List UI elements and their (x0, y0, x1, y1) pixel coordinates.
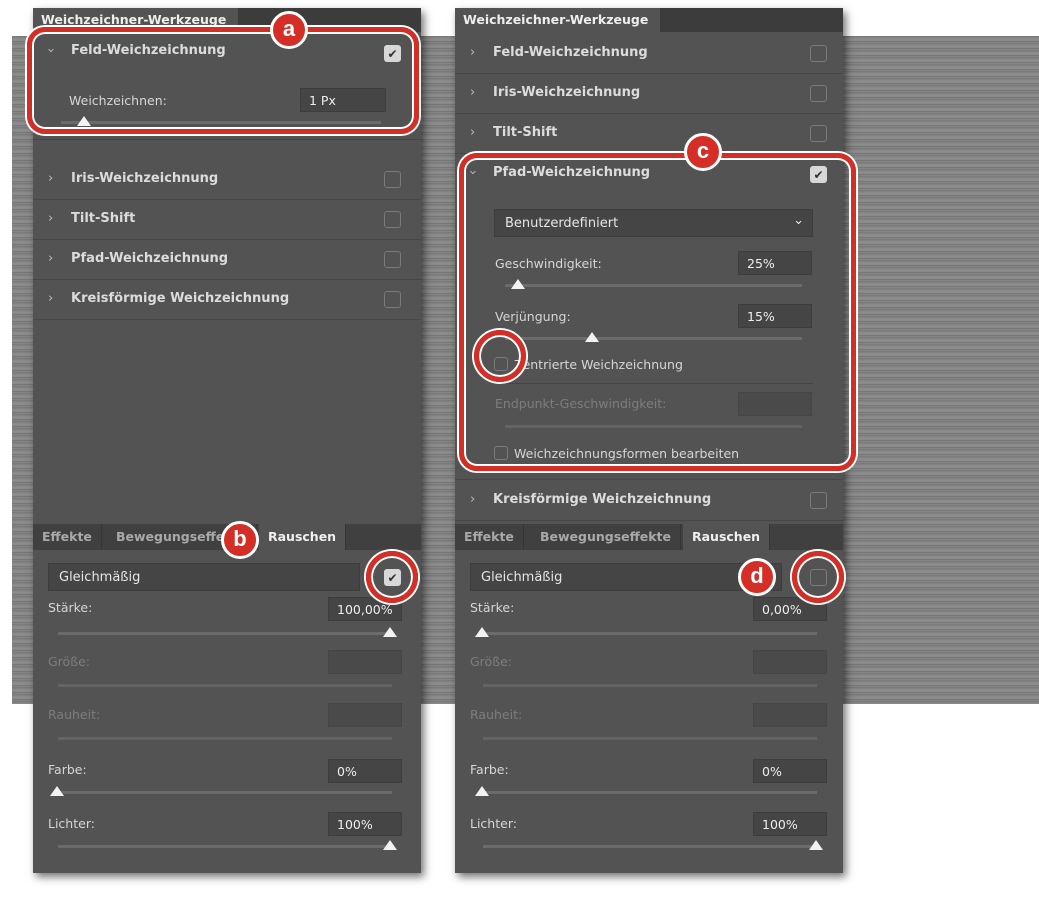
annotation-badge-b: b (221, 521, 259, 559)
lichter-slider[interactable] (483, 845, 817, 848)
row-feld[interactable]: › Feld-Weichzeichnung (455, 34, 843, 74)
lichter-slider[interactable] (58, 845, 392, 848)
tilt-checkbox[interactable] (384, 211, 401, 228)
row-label: Iris-Weichzeichnung (493, 85, 641, 100)
rauheit-label: Rauheit: (470, 707, 523, 722)
pfad-checkbox[interactable] (384, 251, 401, 268)
row-pfad[interactable]: › Pfad-Weichzeichnung (33, 240, 421, 280)
annotation-badge-c: c (684, 133, 722, 171)
farbe-slider-thumb[interactable] (50, 786, 64, 796)
row-tilt-shift[interactable]: › Tilt-Shift (33, 200, 421, 240)
groesse-label: Größe: (470, 654, 512, 669)
staerke-slider-thumb[interactable] (383, 627, 397, 637)
annotation-badge-a: a (270, 11, 308, 49)
staerke-slider[interactable] (483, 632, 817, 635)
tab-rauschen[interactable]: Rauschen (683, 524, 771, 550)
farbe-input[interactable]: 0% (328, 759, 402, 783)
chevron-right-icon[interactable]: › (470, 85, 475, 100)
lichter-slider-thumb[interactable] (809, 840, 823, 850)
annotation-ring-centered (474, 330, 526, 382)
rauheit-input (328, 703, 402, 727)
rauheit-slider (483, 737, 817, 740)
staerke-label: Stärke: (48, 600, 93, 615)
farbe-input[interactable]: 0% (753, 759, 827, 783)
chevron-right-icon[interactable]: › (470, 45, 475, 60)
row-kreis[interactable]: › Kreisförmige Weichzeichnung (33, 280, 421, 320)
tab-effekte[interactable]: Effekte (455, 524, 524, 550)
row-label: Kreisförmige Weichzeichnung (493, 492, 712, 507)
row-label: Kreisförmige Weichzeichnung (71, 291, 290, 306)
noise-type-dropdown[interactable]: Gleichmäßig (48, 563, 360, 591)
tab-blur-tools[interactable]: Weichzeichner-Werkzeuge (455, 8, 660, 32)
annotation-badge-d: d (738, 558, 776, 596)
kreis-checkbox[interactable] (810, 492, 827, 509)
annotation-ring-d (792, 551, 844, 603)
feld-checkbox[interactable] (810, 45, 827, 62)
lichter-input[interactable]: 100% (328, 812, 402, 836)
lichter-label: Lichter: (470, 816, 517, 831)
row-label: Iris-Weichzeichnung (71, 171, 219, 186)
farbe-label: Farbe: (48, 762, 87, 777)
annotation-box-c (459, 153, 856, 471)
staerke-slider-thumb[interactable] (475, 627, 489, 637)
chevron-right-icon[interactable]: › (48, 251, 53, 266)
lichter-label: Lichter: (48, 816, 95, 831)
chevron-right-icon[interactable]: › (470, 125, 475, 140)
chevron-right-icon[interactable]: › (470, 492, 475, 507)
kreis-checkbox[interactable] (384, 291, 401, 308)
groesse-slider (58, 684, 392, 687)
chevron-right-icon[interactable]: › (48, 211, 53, 226)
row-label: Feld-Weichzeichnung (493, 45, 648, 60)
tilt-checkbox[interactable] (810, 125, 827, 142)
iris-checkbox[interactable] (384, 171, 401, 188)
lichter-slider-thumb[interactable] (383, 840, 397, 850)
row-label: Tilt-Shift (71, 211, 136, 226)
farbe-slider[interactable] (58, 791, 392, 794)
row-iris[interactable]: › Iris-Weichzeichnung (455, 74, 843, 114)
farbe-label: Farbe: (470, 762, 509, 777)
annotation-box-a (27, 27, 419, 134)
noise-type-dropdown[interactable]: Gleichmäßig (470, 563, 782, 591)
groesse-label: Größe: (48, 654, 90, 669)
staerke-slider[interactable] (58, 632, 392, 635)
groesse-slider (483, 684, 817, 687)
row-label: Pfad-Weichzeichnung (71, 251, 229, 266)
row-kreis[interactable]: › Kreisförmige Weichzeichnung (455, 481, 843, 521)
farbe-slider-thumb[interactable] (475, 786, 489, 796)
groesse-input (328, 650, 402, 674)
tab-effekte[interactable]: Effekte (33, 524, 102, 550)
tab-rauschen[interactable]: Rauschen (259, 524, 347, 550)
chevron-right-icon[interactable]: › (48, 291, 53, 306)
left-blur-panel: Weichzeichner-Werkzeuge › Feld-Weichzeic… (33, 8, 421, 873)
rauheit-input (753, 703, 827, 727)
groesse-input (753, 650, 827, 674)
farbe-slider[interactable] (483, 791, 817, 794)
staerke-label: Stärke: (470, 600, 515, 615)
row-tilt-shift[interactable]: › Tilt-Shift (455, 114, 843, 154)
iris-checkbox[interactable] (810, 85, 827, 102)
rauheit-slider (58, 737, 392, 740)
row-label: Tilt-Shift (493, 125, 558, 140)
annotation-ring-b (366, 551, 418, 603)
lichter-input[interactable]: 100% (753, 812, 827, 836)
rauheit-label: Rauheit: (48, 707, 101, 722)
row-iris[interactable]: › Iris-Weichzeichnung (33, 160, 421, 200)
chevron-right-icon[interactable]: › (48, 171, 53, 186)
effects-tab-bar: Effekte Bewegungseffekte Rauschen (455, 524, 843, 550)
tab-bewegungseffekte[interactable]: Bewegungseffekte (531, 524, 682, 550)
